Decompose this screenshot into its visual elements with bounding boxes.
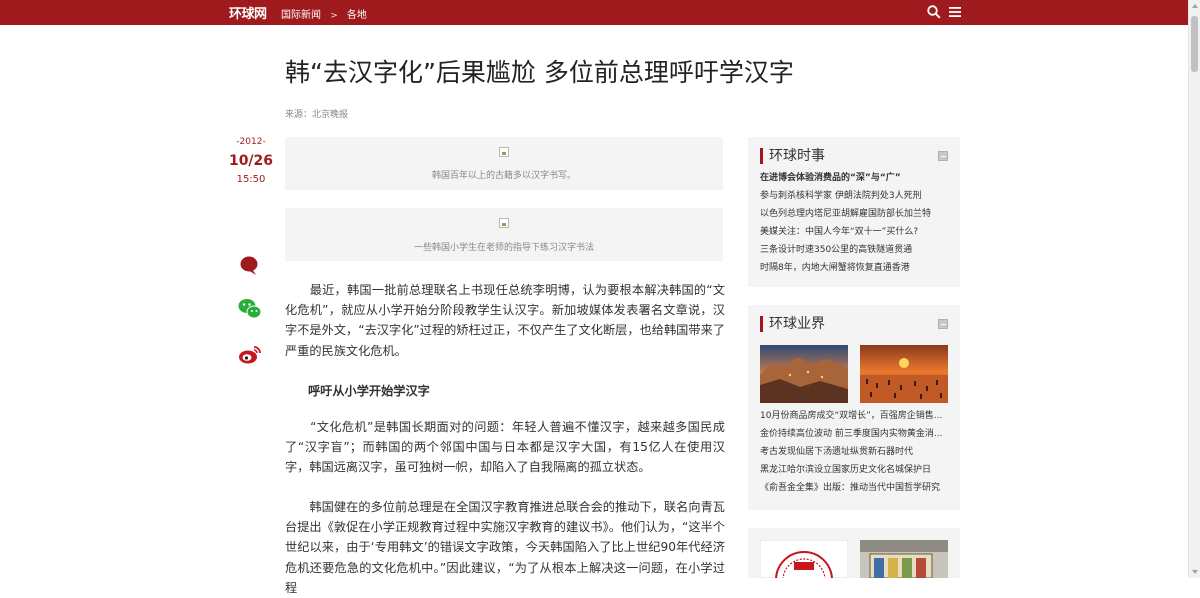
sidebar-thumbnail-sunset-image[interactable] bbox=[860, 345, 948, 403]
wechat-icon[interactable] bbox=[237, 297, 263, 321]
sidebar-section-title: 环球时事 bbox=[760, 148, 825, 164]
breadcrumb: 国际新闻 > 各地 bbox=[281, 6, 367, 21]
scrollbar-thumb[interactable] bbox=[1191, 16, 1198, 72]
sidebar-news-item[interactable]: 10月份商品房成交“双增长”，百强房企销售... bbox=[760, 407, 950, 425]
article-title: 韩“去汉字化”后果尴尬 多位前总理呼吁学汉字 bbox=[285, 58, 794, 87]
figure-caption: 一些韩国小学生在老师的指导下练习汉字书法 bbox=[413, 243, 594, 253]
sidebar-news-item[interactable]: 黑龙江哈尔滨设立国家历史文化名城保护日 bbox=[760, 461, 950, 479]
sidebar-news-item[interactable]: 考古发现仙居下汤遗址纵贯新石器时代 bbox=[760, 443, 950, 461]
sidebar-news-item[interactable]: 在进博会体验消费品的“深”与“广” bbox=[760, 169, 950, 187]
sidebar-thumbnail-cliff-image[interactable] bbox=[760, 345, 848, 403]
sidebar-news-list: 10月份商品房成交“双增长”，百强房企销售... 金价持续高位波动 前三季度国内… bbox=[760, 407, 950, 497]
sidebar-section-world-affairs: 环球时事 在进博会体验消费品的“深”与“广” 参与刺杀核科学家 伊朗法院判处3人… bbox=[748, 137, 960, 287]
figure-caption: 韩国百年以上的古籍多以汉字书写。 bbox=[431, 171, 576, 181]
sidebar-news-item[interactable]: 《俞吾金全集》出版：推动当代中国哲学研究 bbox=[760, 479, 950, 497]
site-logo[interactable]: 环球网 bbox=[229, 3, 267, 22]
sidebar-thumbnail-shelf-image[interactable] bbox=[860, 540, 948, 578]
sidebar-section-title: 环球业界 bbox=[760, 316, 825, 332]
image-placeholder-icon bbox=[499, 218, 509, 228]
search-icon[interactable] bbox=[927, 5, 941, 19]
sidebar-news-item[interactable]: 参与刺杀核科学家 伊朗法院判处3人死刑 bbox=[760, 187, 950, 205]
breadcrumb-item-regions[interactable]: 各地 bbox=[347, 10, 367, 21]
article-figure-1: 韩国百年以上的古籍多以汉字书写。 bbox=[285, 137, 723, 190]
breadcrumb-separator: > bbox=[330, 11, 338, 21]
sidebar-section-industry: 环球业界 10月份商品房成交“双增长”，百强房企销售... 金价持续高位波动 前… bbox=[748, 305, 960, 510]
sidebar-news-list: 在进博会体验消费品的“深”与“广” 参与刺杀核科学家 伊朗法院判处3人死刑 以色… bbox=[760, 169, 950, 277]
scroll-up-arrow-icon[interactable] bbox=[1192, 4, 1198, 8]
article-paragraph: “文化危机”是韩国长期面对的问题：年轻人普遍不懂汉字，越来越多国民成了“汉字盲”… bbox=[285, 420, 725, 475]
article-paragraph: 最近，韩国一批前总理联名上书现任总统李明博，认为要根本解决韩国的“文化危机”，就… bbox=[285, 283, 725, 358]
comment-icon[interactable] bbox=[237, 254, 263, 278]
collapse-toggle-icon[interactable] bbox=[938, 319, 948, 329]
article-paragraph: 韩国健在的多位前总理是在全国汉字教育推进总联合会的推动下，联名向青瓦台提出《敦促… bbox=[285, 500, 725, 595]
sidebar-news-item[interactable]: 时隔8年，内地大闸蟹将恢复直通香港 bbox=[760, 259, 950, 277]
sidebar-news-item[interactable]: 以色列总理内塔尼亚胡解雇国防部长加兰特 bbox=[760, 205, 950, 223]
sidebar-news-item[interactable]: 三条设计时速350公里的高铁隧道贯通 bbox=[760, 241, 950, 259]
sidebar-news-item[interactable]: 美媒关注：中国人今年“双十一”买什么? bbox=[760, 223, 950, 241]
menu-icon[interactable] bbox=[949, 6, 961, 18]
top-nav-bar: 环球网 国际新闻 > 各地 bbox=[0, 0, 1188, 25]
sidebar-thumbnail-seal-image[interactable] bbox=[760, 540, 848, 578]
article-figure-2: 一些韩国小学生在老师的指导下练习汉字书法 bbox=[285, 208, 723, 261]
article-subheading: 呼吁从小学开始学汉字 bbox=[308, 384, 430, 398]
scroll-down-arrow-icon[interactable] bbox=[1192, 570, 1198, 574]
publish-date: -2012- 10/26 15:50 bbox=[224, 137, 278, 185]
publish-day: 10/26 bbox=[228, 153, 274, 169]
article-source: 来源：北京晚报 bbox=[285, 110, 349, 120]
breadcrumb-item-intl-news[interactable]: 国际新闻 bbox=[281, 10, 321, 21]
sidebar-news-item[interactable]: 金价持续高位波动 前三季度国内实物黄金消... bbox=[760, 425, 950, 443]
page-scrollbar[interactable] bbox=[1188, 0, 1200, 578]
weibo-icon[interactable] bbox=[237, 342, 263, 366]
publish-time: 15:50 bbox=[236, 174, 266, 185]
collapse-toggle-icon[interactable] bbox=[938, 151, 948, 161]
image-placeholder-icon bbox=[499, 147, 509, 157]
sidebar-section-promo bbox=[748, 528, 960, 578]
publish-year: -2012- bbox=[236, 137, 266, 147]
